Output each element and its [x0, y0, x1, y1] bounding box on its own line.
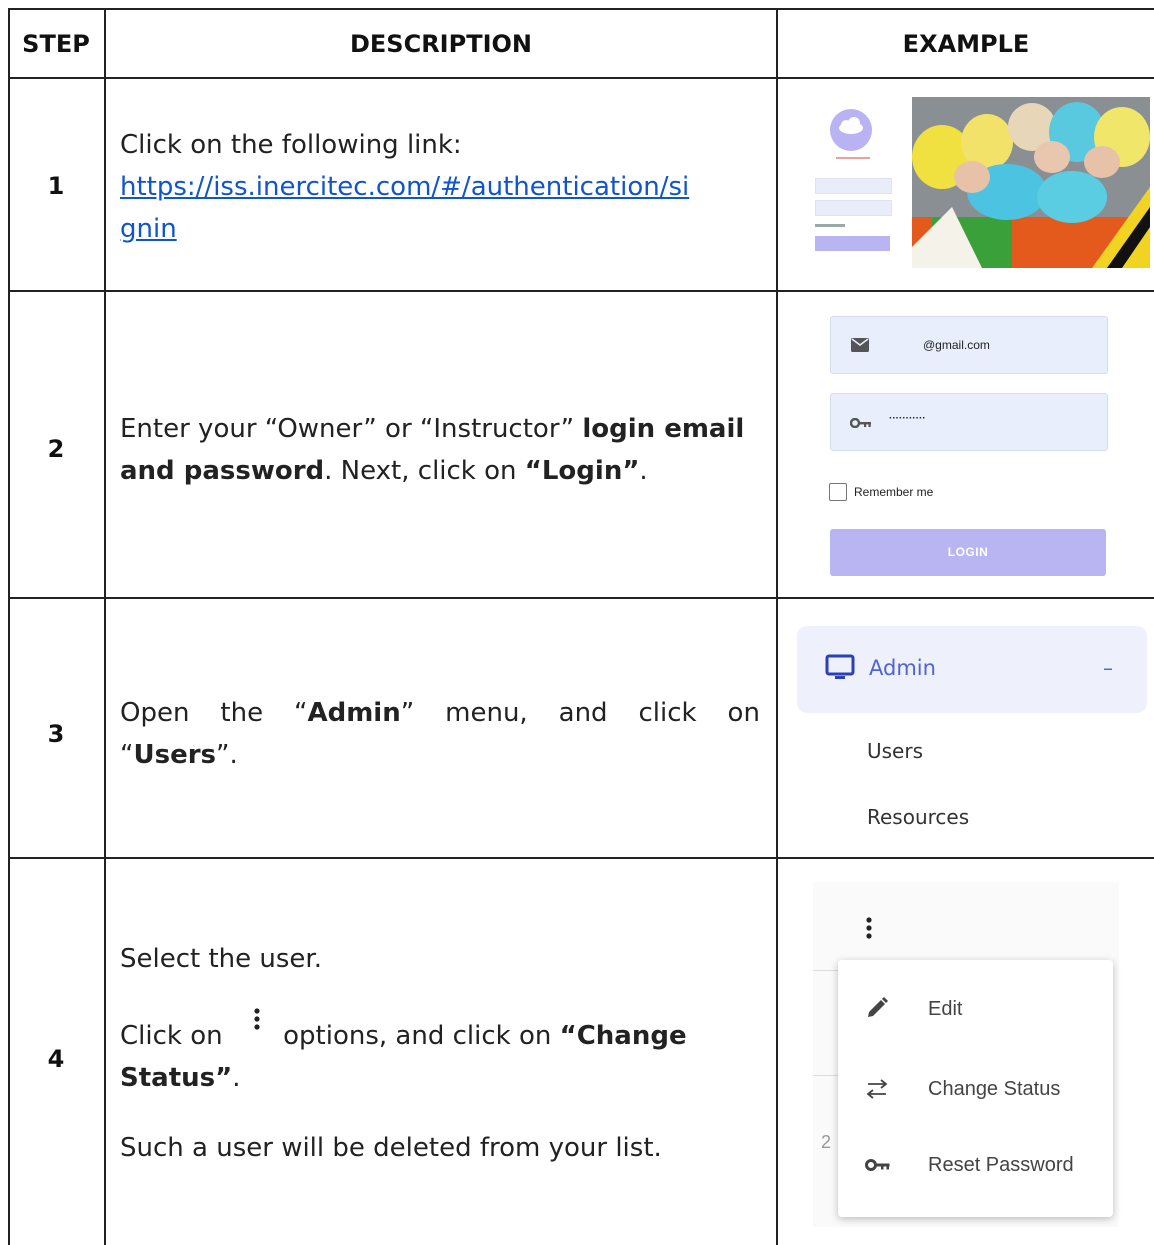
step3-on: on: [727, 698, 760, 728]
step3-admin-wrap: “Admin”: [294, 698, 415, 728]
swap-arrows-icon: [866, 1079, 888, 1099]
password-field[interactable]: ···········: [830, 393, 1108, 451]
step4-click-on: Click on: [120, 1021, 231, 1051]
header-description: DESCRIPTION: [349, 30, 532, 58]
step1-description: Click on the following link: https://iss…: [120, 124, 760, 250]
row1-bottom-border: [8, 290, 1154, 292]
step3-line1: Open the “Admin” menu, and click on: [120, 692, 760, 734]
options-menu: Edit Change Status Reset Password: [838, 960, 1113, 1217]
table-top-border: [8, 8, 1154, 10]
step3-line2-b: ”.: [216, 740, 238, 770]
step4-description: Select the user. Click on options, and c…: [120, 938, 760, 1169]
mail-icon: [851, 338, 869, 352]
remember-checkbox[interactable]: [829, 483, 847, 501]
dolls-image: [912, 97, 1150, 268]
menu-item-edit[interactable]: Edit: [838, 985, 1113, 1035]
admin-label: Admin: [869, 656, 936, 680]
mini-email-field: [815, 178, 892, 194]
step-number: 3: [47, 720, 65, 748]
reset-password-label: Reset Password: [928, 1154, 1074, 1176]
partial-cell-text: 2: [821, 1132, 832, 1152]
iss-logo: [830, 109, 872, 151]
step3-click: click: [638, 698, 697, 728]
step3-menu: menu,: [445, 698, 528, 728]
step3-description: Open the “Admin” menu, and click on “Users”.: [120, 692, 760, 776]
edit-label: Edit: [928, 998, 963, 1020]
step3-open: Open: [120, 698, 190, 728]
remember-label: Remember me: [854, 485, 934, 499]
menu-item-reset-password[interactable]: Reset Password: [838, 1140, 1113, 1190]
key-icon: [865, 1159, 890, 1171]
mini-remember-row: [815, 224, 845, 227]
step4-p1: Select the user.: [120, 944, 322, 974]
logo-caption-line: [836, 157, 870, 159]
column-divider-1: [104, 8, 106, 1245]
pencil-icon: [868, 997, 888, 1017]
change-status-label: Change Status: [928, 1078, 1061, 1100]
step-number: 1: [47, 172, 65, 200]
mini-password-field: [815, 200, 892, 216]
menu-item-change-status[interactable]: Change Status: [838, 1064, 1113, 1114]
step2-text-b: . Next, click on: [324, 456, 525, 486]
step2-text-a: Enter your “Owner” or “Instructor”: [120, 414, 583, 444]
more-vertical-icon[interactable]: [865, 917, 873, 941]
step3-the: the: [220, 698, 264, 728]
step2-bold-b: “Login”: [524, 456, 640, 486]
menu-item-resources[interactable]: Resources: [867, 805, 969, 829]
header-bottom-border: [8, 77, 1154, 79]
step4-p3: Such a user will be deleted from your li…: [120, 1133, 662, 1163]
step2-text-c: .: [639, 456, 648, 486]
email-field[interactable]: @gmail.com: [830, 316, 1108, 374]
step3-and: and: [558, 698, 608, 728]
step4-p2: Click on options, and click on “Change S…: [120, 1008, 760, 1099]
monitor-icon: [825, 654, 855, 679]
signin-link[interactable]: https://iss.inercitec.com/#/authenticati…: [120, 166, 760, 250]
signin-link-part1[interactable]: https://iss.inercitec.com/#/authenticati…: [120, 172, 689, 202]
row3-bottom-border: [8, 857, 1154, 859]
signin-link-part2[interactable]: gnin: [120, 214, 177, 244]
email-value: @gmail.com: [923, 338, 990, 352]
menu-item-users[interactable]: Users: [867, 739, 923, 763]
collapse-icon[interactable]: –: [1103, 656, 1113, 680]
column-divider-2: [776, 8, 778, 1245]
step3-line2-a: “: [120, 740, 134, 770]
inercia-dolls-photo: [912, 97, 1150, 268]
header-step: STEP: [22, 30, 90, 58]
cloud-icon: [839, 117, 863, 134]
step3-line2: “Users”.: [120, 734, 760, 776]
step-number: 4: [47, 1045, 65, 1073]
admin-menu[interactable]: Admin –: [797, 626, 1147, 713]
step4-options: options, and click on: [283, 1021, 560, 1051]
step2-description: Enter your “Owner” or “Instructor” login…: [120, 408, 760, 492]
row2-bottom-border: [8, 597, 1154, 599]
step1-text: Click on the following link:: [120, 130, 462, 160]
step-number: 2: [47, 435, 65, 463]
login-button[interactable]: LOGIN: [830, 529, 1106, 576]
step3-admin-bold: Admin: [307, 698, 401, 728]
step3-users-bold: Users: [133, 740, 217, 770]
step4-period: .: [232, 1063, 241, 1093]
password-value: ···········: [889, 413, 926, 424]
more-vertical-icon: [254, 1008, 260, 1030]
header-example: EXAMPLE: [902, 30, 1030, 58]
mini-login-button: [815, 236, 890, 251]
key-icon: [850, 418, 871, 428]
